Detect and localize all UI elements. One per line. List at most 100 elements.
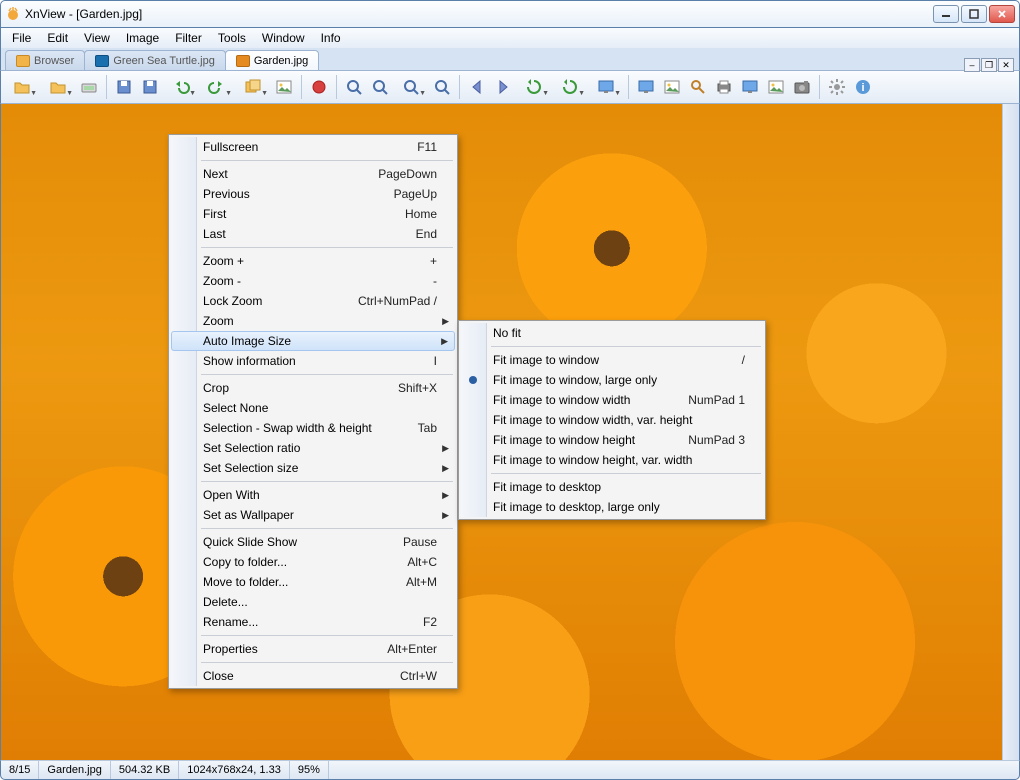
toolbar-zoom-100[interactable] xyxy=(368,75,392,99)
ctx-fullscreen[interactable]: FullscreenF11 xyxy=(171,137,455,157)
toolbar-quickview-dd[interactable]: ▼ xyxy=(5,75,39,99)
toolbar-undo-dd[interactable]: ▼ xyxy=(164,75,198,99)
toolbar-saveas[interactable] xyxy=(138,75,162,99)
screen-icon xyxy=(597,78,615,96)
toolbar-compare[interactable] xyxy=(738,75,762,99)
toolbar-settings[interactable] xyxy=(825,75,849,99)
close-button[interactable] xyxy=(989,5,1015,23)
arrowR-icon xyxy=(494,78,512,96)
toolbar-acquire[interactable] xyxy=(77,75,101,99)
ctx-crop[interactable]: CropShift+X xyxy=(171,378,455,398)
ctx-copy-to-folder[interactable]: Copy to folder...Alt+C xyxy=(171,552,455,572)
ctx-previous[interactable]: PreviousPageUp xyxy=(171,184,455,204)
tab-garden[interactable]: Garden.jpg xyxy=(225,50,319,70)
toolbar-tag-red[interactable] xyxy=(307,75,331,99)
menu-edit[interactable]: Edit xyxy=(40,29,75,47)
subctx-fit-image-to-window-width[interactable]: Fit image to window widthNumPad 1 xyxy=(461,390,763,410)
toolbar-rotate-ccw-dd[interactable]: ▼ xyxy=(517,75,551,99)
tab-browser[interactable]: Browser xyxy=(5,50,85,70)
ctx-set-selection-size[interactable]: Set Selection size▶ xyxy=(171,458,455,478)
toolbar-rotate-cw-dd[interactable]: ▼ xyxy=(553,75,587,99)
ctx-set-selection-ratio[interactable]: Set Selection ratio▶ xyxy=(171,438,455,458)
ctx-move-to-folder[interactable]: Move to folder...Alt+M xyxy=(171,572,455,592)
menu-item-shortcut: Ctrl+W xyxy=(400,669,437,683)
tab-green-sea-turtle[interactable]: Green Sea Turtle.jpg xyxy=(84,50,226,70)
subctx-fit-image-to-window-large-only[interactable]: Fit image to window, large only xyxy=(461,370,763,390)
menu-item-shortcut: / xyxy=(742,353,745,367)
toolbar-slideshow[interactable] xyxy=(660,75,684,99)
ctx-set-as-wallpaper[interactable]: Set as Wallpaper▶ xyxy=(171,505,455,525)
toolbar-capture[interactable] xyxy=(764,75,788,99)
subctx-fit-image-to-window-height-var-width[interactable]: Fit image to window height, var. width xyxy=(461,450,763,470)
image-thumb-icon xyxy=(236,55,250,67)
ctx-lock-zoom[interactable]: Lock ZoomCtrl+NumPad / xyxy=(171,291,455,311)
toolbar-browse-dd[interactable]: ▼ xyxy=(41,75,75,99)
menu-item-label: Set as Wallpaper xyxy=(203,508,437,522)
subctx-fit-image-to-window-height[interactable]: Fit image to window heightNumPad 3 xyxy=(461,430,763,450)
mdi-restore[interactable]: ❐ xyxy=(981,58,997,72)
subctx-fit-image-to-window-width-var-height[interactable]: Fit image to window width, var. height xyxy=(461,410,763,430)
print-icon xyxy=(715,78,733,96)
status-dimensions: 1024x768x24, 1.33 xyxy=(179,761,290,779)
menu-info[interactable]: Info xyxy=(314,29,348,47)
ctx-rename[interactable]: Rename...F2 xyxy=(171,612,455,632)
ctx-zoom[interactable]: Zoom -- xyxy=(171,271,455,291)
toolbar-batch[interactable] xyxy=(272,75,296,99)
toolbar-snapshot[interactable] xyxy=(790,75,814,99)
ctx-open-with[interactable]: Open With▶ xyxy=(171,485,455,505)
menu-item-label: Auto Image Size xyxy=(203,334,437,348)
ctx-selection-swap-width-height[interactable]: Selection - Swap width & heightTab xyxy=(171,418,455,438)
radio-checked-icon xyxy=(469,376,477,384)
maximize-button[interactable] xyxy=(961,5,987,23)
rotate-icon xyxy=(561,78,579,96)
zoom-icon xyxy=(371,78,389,96)
toolbar-zoom-out[interactable] xyxy=(430,75,454,99)
dropdown-arrow-icon: ▼ xyxy=(66,90,73,97)
toolbar-fullscreen[interactable] xyxy=(634,75,658,99)
toolbar-print[interactable] xyxy=(712,75,736,99)
ctx-quick-slide-show[interactable]: Quick Slide ShowPause xyxy=(171,532,455,552)
vertical-scrollbar[interactable] xyxy=(1002,104,1019,760)
toolbar-info[interactable]: i xyxy=(851,75,875,99)
ctx-delete[interactable]: Delete... xyxy=(171,592,455,612)
dropdown-arrow-icon: ▼ xyxy=(578,90,585,97)
menu-file[interactable]: File xyxy=(5,29,38,47)
toolbar-save[interactable] xyxy=(112,75,136,99)
toolbar-prev[interactable] xyxy=(465,75,489,99)
menu-tools[interactable]: Tools xyxy=(211,29,253,47)
toolbar-fit-dd[interactable]: ▼ xyxy=(589,75,623,99)
ctx-show-information[interactable]: Show informationI xyxy=(171,351,455,371)
subctx-fit-image-to-desktop[interactable]: Fit image to desktop xyxy=(461,477,763,497)
toolbar-redo-dd[interactable]: ▼ xyxy=(200,75,234,99)
ctx-zoom[interactable]: Zoom▶ xyxy=(171,311,455,331)
ctx-select-none[interactable]: Select None xyxy=(171,398,455,418)
toolbar-next[interactable] xyxy=(491,75,515,99)
svg-text:i: i xyxy=(861,82,864,94)
subctx-no-fit[interactable]: No fit xyxy=(461,323,763,343)
zoom-icon xyxy=(433,78,451,96)
toolbar-convert-dd[interactable]: ▼ xyxy=(236,75,270,99)
menu-item-shortcut: Pause xyxy=(403,535,437,549)
ctx-next[interactable]: NextPageDown xyxy=(171,164,455,184)
ctx-properties[interactable]: PropertiesAlt+Enter xyxy=(171,639,455,659)
menu-view[interactable]: View xyxy=(77,29,117,47)
ctx-auto-image-size[interactable]: Auto Image Size▶ xyxy=(171,331,455,351)
toolbar-zoom-in[interactable] xyxy=(342,75,366,99)
menu-filter[interactable]: Filter xyxy=(168,29,209,47)
ctx-last[interactable]: LastEnd xyxy=(171,224,455,244)
screen-icon xyxy=(637,78,655,96)
menu-image[interactable]: Image xyxy=(119,29,166,47)
toolbar-search[interactable] xyxy=(686,75,710,99)
toolbar-zoom-out-dd[interactable]: ▼ xyxy=(394,75,428,99)
mdi-minimize[interactable]: – xyxy=(964,58,980,72)
menu-item-label: Fit image to window height, var. width xyxy=(493,453,745,467)
menu-item-label: Last xyxy=(203,227,392,241)
minimize-button[interactable] xyxy=(933,5,959,23)
mdi-close[interactable]: ✕ xyxy=(998,58,1014,72)
menu-window[interactable]: Window xyxy=(255,29,312,47)
ctx-close[interactable]: CloseCtrl+W xyxy=(171,666,455,686)
subctx-fit-image-to-window[interactable]: Fit image to window/ xyxy=(461,350,763,370)
subctx-fit-image-to-desktop-large-only[interactable]: Fit image to desktop, large only xyxy=(461,497,763,517)
ctx-zoom[interactable]: Zoom ++ xyxy=(171,251,455,271)
ctx-first[interactable]: FirstHome xyxy=(171,204,455,224)
